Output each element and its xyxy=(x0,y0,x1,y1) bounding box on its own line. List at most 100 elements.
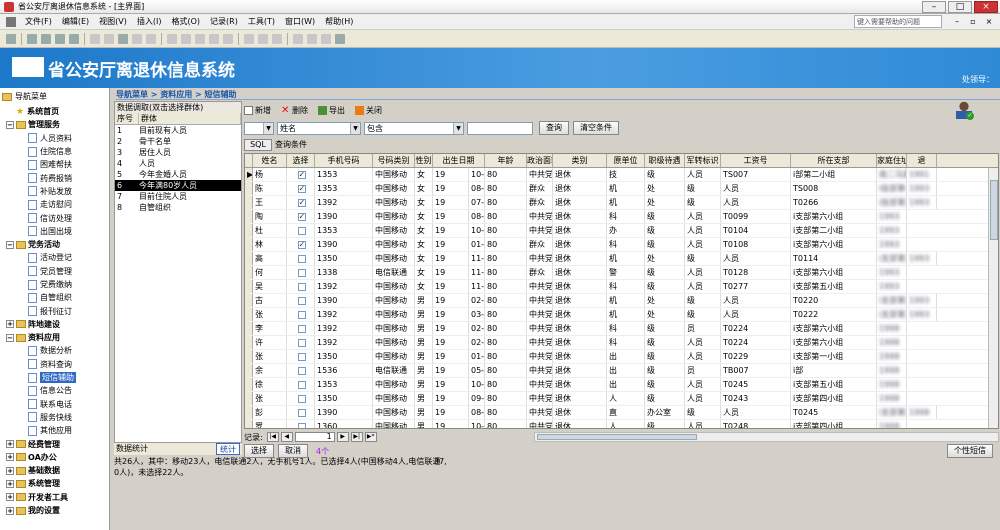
new-record-icon[interactable] xyxy=(258,33,268,44)
select-checkbox-cell[interactable] xyxy=(287,196,315,209)
checkbox[interactable] xyxy=(297,310,306,319)
horizontal-scrollbar[interactable] xyxy=(534,432,999,442)
group-row[interactable]: 7 目前住院人员 xyxy=(115,191,241,202)
row-selector[interactable] xyxy=(245,266,253,279)
table-row[interactable]: 王 1392中国移动女1907-0180群众退休机处级人员T0266i技部第五小组… xyxy=(245,196,998,210)
doc-minimize-button[interactable]: – xyxy=(950,16,964,27)
system-menu-icon[interactable] xyxy=(6,16,16,27)
sidebar-item[interactable]: 资料查询 xyxy=(0,358,109,371)
table-row[interactable]: 罗 1360中国移动男1910-0180中共党员退休人级人员T0248i支部第四小… xyxy=(245,420,998,428)
table-row[interactable]: 林 1390中国移动女1901-1680群众退休科级人员T0108i支部第六小组1… xyxy=(245,238,998,252)
select-checkbox-cell[interactable] xyxy=(287,406,315,419)
checkbox[interactable] xyxy=(297,196,306,209)
select-checkbox-cell[interactable] xyxy=(287,378,315,391)
sidebar-item[interactable]: 活动登记 xyxy=(0,251,109,264)
checkbox[interactable] xyxy=(297,422,306,428)
sidebar-item[interactable]: + OA办公 xyxy=(0,451,109,464)
column-header[interactable]: 号码类别 xyxy=(373,154,415,167)
copy-icon[interactable] xyxy=(104,33,114,44)
checkbox[interactable] xyxy=(297,352,306,361)
first-record-button[interactable]: |◀ xyxy=(266,432,279,442)
operator-dropdown[interactable]: 包含 ▼ xyxy=(364,121,464,135)
sidebar-item[interactable]: 联系电话 xyxy=(0,398,109,411)
column-header[interactable]: 退 xyxy=(907,154,937,167)
group-row[interactable]: 2 骨干名单 xyxy=(115,136,241,147)
sidebar-item[interactable]: 其他应用 xyxy=(0,424,109,437)
print-icon[interactable] xyxy=(41,33,51,44)
checkbox[interactable] xyxy=(297,210,306,223)
close-window-button[interactable]: × xyxy=(974,1,998,13)
checkbox[interactable] xyxy=(297,238,306,251)
doc-close-button[interactable]: × xyxy=(982,16,996,27)
row-selector[interactable]: ▶ xyxy=(245,168,253,181)
menu-view[interactable]: 视图(V) xyxy=(94,16,132,27)
scroll-thumb[interactable] xyxy=(990,180,998,240)
stats-button[interactable]: 统计 xyxy=(216,443,240,455)
new-record-nav-button[interactable]: ▶* xyxy=(364,432,377,442)
select-checkbox-cell[interactable] xyxy=(287,266,315,279)
select-checkbox-cell[interactable] xyxy=(287,252,315,265)
row-selector[interactable] xyxy=(245,336,253,349)
next-record-button[interactable]: ▶ xyxy=(336,432,349,442)
table-row[interactable]: 高 1350中国移动女1911-0180中共党员退休机处级人员T0114i支部第五… xyxy=(245,252,998,266)
record-number-input[interactable]: 1 xyxy=(294,432,335,442)
query-button[interactable]: 查询 xyxy=(539,121,569,135)
expand-icon[interactable]: + xyxy=(6,453,14,462)
sidebar-item[interactable]: − 资料应用 xyxy=(0,331,109,344)
group-row[interactable]: 8 自管组织 xyxy=(115,202,241,213)
help-search-input[interactable]: 键入需要帮助的问题 xyxy=(854,15,942,28)
row-selector[interactable] xyxy=(245,252,253,265)
row-selector[interactable] xyxy=(245,322,253,335)
menu-window[interactable]: 窗口(W) xyxy=(280,16,320,27)
column-header[interactable]: 性别 xyxy=(415,154,433,167)
sidebar-item[interactable]: + 经费管理 xyxy=(0,437,109,450)
design-view-icon[interactable] xyxy=(6,33,16,44)
sidebar-item[interactable]: 人员资料 xyxy=(0,132,109,145)
expand-icon[interactable]: + xyxy=(6,466,14,475)
apply-filter-icon[interactable] xyxy=(223,33,233,44)
table-row[interactable]: 陶 1390中国移动女1908-2680中共党员退休科级人员T0099i支部第六小… xyxy=(245,210,998,224)
checkbox[interactable] xyxy=(297,338,306,347)
cut-icon[interactable] xyxy=(90,33,100,44)
table-row[interactable]: ▶杨 1353中国移动女1910-1380中共党员退休技级人员TS007i部第二小… xyxy=(245,168,998,182)
select-checkbox-cell[interactable] xyxy=(287,294,315,307)
expand-icon[interactable]: + xyxy=(6,320,14,329)
select-checkbox-cell[interactable] xyxy=(287,308,315,321)
close-button[interactable]: 关闭 xyxy=(355,105,382,116)
menu-edit[interactable]: 编辑(E) xyxy=(57,16,94,27)
filter-value-input[interactable] xyxy=(467,121,533,135)
delete-record-icon[interactable] xyxy=(272,33,282,44)
select-button[interactable]: 选择 xyxy=(244,444,274,458)
select-checkbox-cell[interactable] xyxy=(287,280,315,293)
checkbox[interactable] xyxy=(297,182,306,195)
maximize-button[interactable]: □ xyxy=(948,1,972,13)
checkbox[interactable] xyxy=(297,168,306,181)
table-row[interactable]: 陈 1353中国移动女1908-0580群众退休机处级人员TS008i技部第一小组… xyxy=(245,182,998,196)
row-selector[interactable] xyxy=(245,392,253,405)
sidebar-item[interactable]: 短信辅助 xyxy=(0,371,109,384)
last-record-button[interactable]: ▶| xyxy=(350,432,363,442)
column-header[interactable]: 姓名 xyxy=(253,154,287,167)
table-row[interactable]: 吴 1392中国移动女1911-1480中共党员退休科级人员T0277i支部第五小… xyxy=(245,280,998,294)
vertical-scrollbar[interactable] xyxy=(988,168,998,428)
row-selector[interactable] xyxy=(245,350,253,363)
checkbox[interactable] xyxy=(297,380,306,389)
filter-form-icon[interactable] xyxy=(209,33,219,44)
sidebar-item[interactable]: − 管理服务 xyxy=(0,118,109,131)
sidebar-item[interactable]: 报刊征订 xyxy=(0,304,109,317)
column-header[interactable]: 工资号 xyxy=(721,154,791,167)
group-row[interactable]: 1 目前现有人员 xyxy=(115,125,241,136)
sidebar-item[interactable]: 困难帮扶 xyxy=(0,158,109,171)
checkbox[interactable] xyxy=(297,226,306,235)
sidebar-item[interactable]: + 阵地建设 xyxy=(0,318,109,331)
select-checkbox-cell[interactable] xyxy=(287,224,315,237)
sidebar-item[interactable]: 党员管理 xyxy=(0,265,109,278)
filter-selection-icon[interactable] xyxy=(195,33,205,44)
expand-icon[interactable]: + xyxy=(6,440,14,449)
select-checkbox-cell[interactable] xyxy=(287,182,315,195)
col-no-header[interactable]: 序号 xyxy=(115,113,139,124)
row-selector[interactable] xyxy=(245,196,253,209)
row-selector[interactable] xyxy=(245,182,253,195)
menu-help[interactable]: 帮助(H) xyxy=(320,16,358,27)
select-checkbox-cell[interactable] xyxy=(287,322,315,335)
